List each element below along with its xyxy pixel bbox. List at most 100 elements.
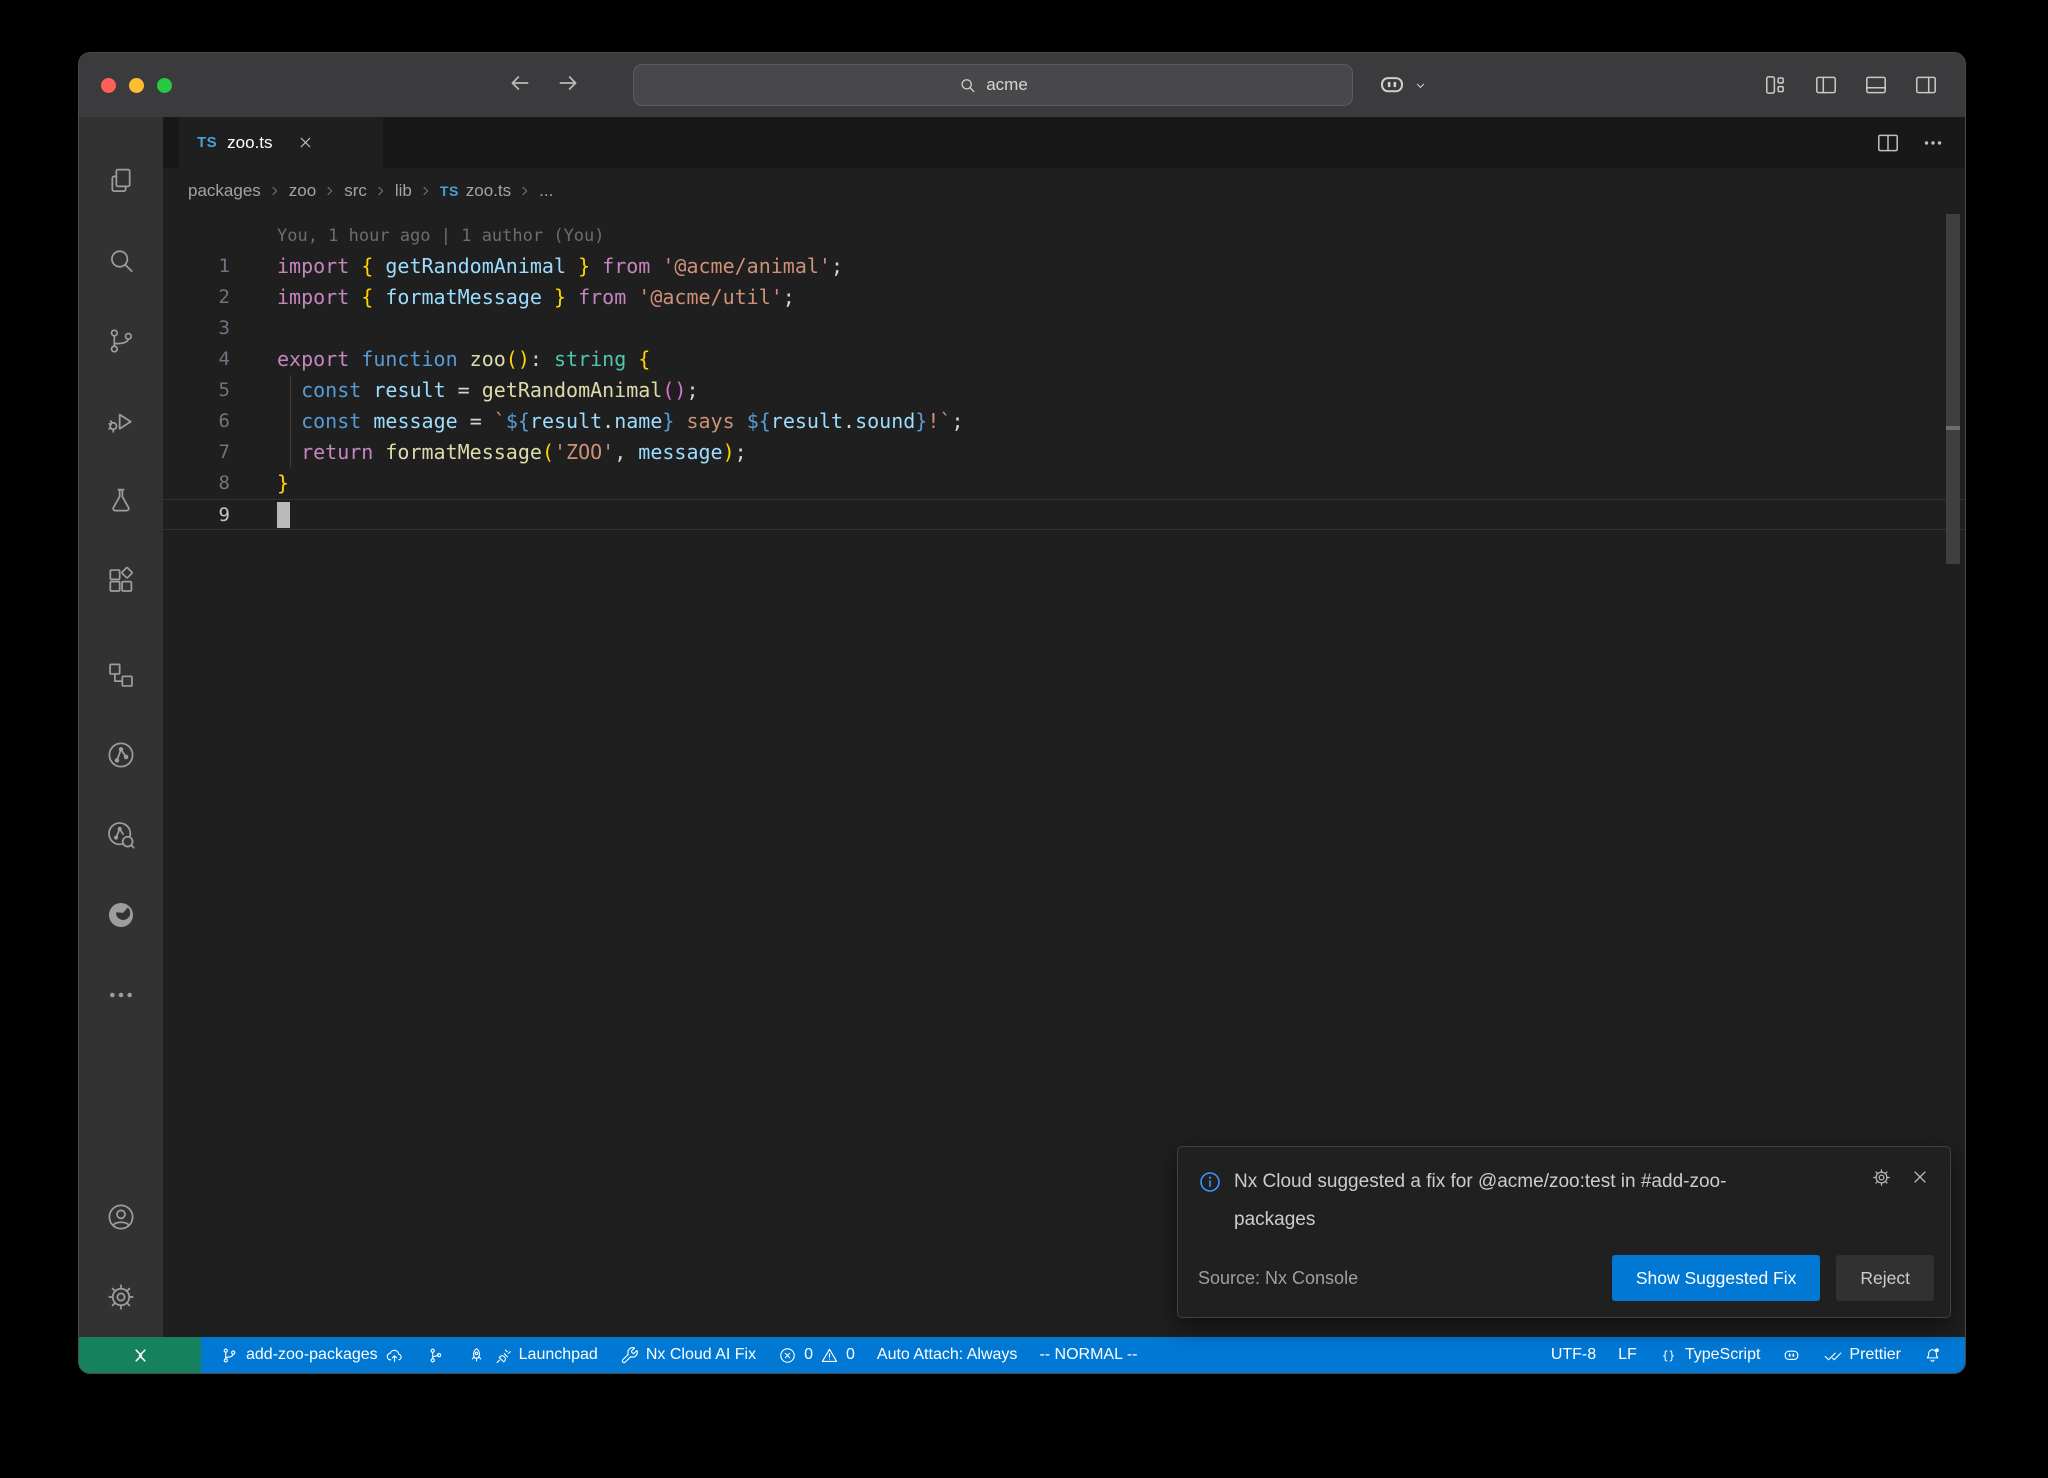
show-suggested-fix-button[interactable]: Show Suggested Fix [1612,1255,1821,1301]
notification-message: Nx Cloud suggested a fix for @acme/zoo:t… [1234,1163,1726,1239]
breadcrumb-ellipsis[interactable]: ... [539,181,553,201]
status-launchpad[interactable]: Launchpad [456,1337,609,1373]
activity-bar [79,117,163,1337]
breadcrumb-file[interactable]: TSzoo.ts [440,181,511,201]
close-tab-button[interactable] [297,134,314,151]
line-number: 5 [163,375,230,406]
vscode-window: acme TS zoo.ts [78,52,1966,1374]
activity-item-more-views[interactable] [79,955,163,1035]
activity-item-source-control[interactable] [79,301,163,381]
chevron-right-icon [322,183,338,199]
tab-zoo-ts[interactable]: TS zoo.ts [179,117,383,168]
layout-controls [1763,72,1939,98]
status-eol[interactable]: LF [1607,1337,1648,1373]
svg-text:{}: {} [1662,1349,1675,1362]
nx-graph-search-icon [105,819,137,851]
code-line-3[interactable]: 3 [163,313,1965,344]
activity-item-accounts[interactable] [79,1177,163,1257]
toggle-panel-button[interactable] [1863,72,1889,98]
activity-item-nx-graph[interactable] [79,715,163,795]
zoom-window-button[interactable] [157,78,172,93]
line-number: 4 [163,344,230,375]
layout-panel-icon [1863,72,1889,98]
command-center-search[interactable]: acme [633,64,1353,106]
activity-item-explorer[interactable] [79,141,163,221]
status-bar-left: add-zoo-packages LaunchpadNx Cloud AI Fix… [209,1337,1149,1373]
nx-graph-icon [105,739,137,771]
code-line-2[interactable]: 2import { formatMessage } from '@acme/ut… [163,282,1965,313]
notification-settings-gear-icon[interactable] [1871,1167,1892,1188]
activity-item-search[interactable] [79,221,163,301]
arrow-right-icon [555,70,581,96]
editor-scrollbar[interactable] [1946,214,1960,564]
breadcrumb-packages[interactable]: packages [188,181,261,201]
code-line-4[interactable]: 4export function zoo(): string { [163,344,1965,375]
activity-item-edge-tools[interactable] [79,875,163,955]
warning-triangle-icon [820,1346,839,1365]
desktop: acme TS zoo.ts [0,0,2048,1478]
split-editor-icon [1875,130,1901,156]
code-line-6[interactable]: 6 const message = `${result.name} says $… [163,406,1965,437]
notification-source: Source: Nx Console [1198,1268,1358,1289]
notification-close-icon[interactable] [1910,1167,1930,1188]
activity-item-nx-graph-search[interactable] [79,795,163,875]
line-number: 3 [163,313,230,344]
status-vim-mode[interactable]: -- NORMAL -- [1028,1337,1148,1373]
code-line-7[interactable]: 7 return formatMessage('ZOO', message); [163,437,1965,468]
breadcrumb-lib[interactable]: lib [395,181,412,201]
status-source-control-graph[interactable] [415,1337,456,1373]
copilot-menu[interactable] [1377,70,1428,100]
more-views-icon [105,979,137,1011]
activity-item-project-hierarchy[interactable] [79,635,163,715]
activity-item-testing[interactable] [79,461,163,541]
chevron-right-icon [418,183,434,199]
status-notifications[interactable] [1912,1337,1953,1373]
copilot-icon [1377,70,1407,100]
chevron-right-icon [267,183,283,199]
cloud-upload-icon [385,1346,404,1365]
toggle-primary-sidebar-button[interactable] [1813,72,1839,98]
breadcrumb-zoo[interactable]: zoo [289,181,316,201]
toggle-secondary-sidebar-button[interactable] [1913,72,1939,98]
text-cursor [277,502,290,528]
history-nav [507,70,581,101]
more-actions-button[interactable] [1921,131,1945,155]
split-editor-button[interactable] [1875,130,1901,156]
info-icon [1198,1170,1222,1239]
chevron-right-icon [517,183,533,199]
notification-toast: Nx Cloud suggested a fix for @acme/zoo:t… [1177,1146,1951,1318]
status-nx-cloud-ai-fix[interactable]: Nx Cloud AI Fix [609,1337,767,1373]
back-button[interactable] [507,70,533,101]
activity-item-extensions[interactable] [79,541,163,621]
chevron-right-icon [267,183,283,199]
remote-indicator[interactable] [79,1337,201,1373]
activity-item-settings[interactable] [79,1257,163,1337]
breadcrumbs: packages zoo src lib TSzoo.ts... [163,168,1965,214]
status-git-branch[interactable]: add-zoo-packages [209,1337,415,1373]
status-problems[interactable]: 00 [767,1337,866,1373]
minimize-window-button[interactable] [129,78,144,93]
close-window-button[interactable] [101,78,116,93]
status-copilot[interactable] [1771,1337,1812,1373]
code-lines: 1import { getRandomAnimal } from '@acme/… [163,251,1965,530]
status-encoding[interactable]: UTF-8 [1540,1337,1607,1373]
code-line-5[interactable]: 5 const result = getRandomAnimal(); [163,375,1965,406]
chevron-right-icon [373,183,389,199]
status-language[interactable]: {}TypeScript [1648,1337,1772,1373]
code-line-9[interactable]: 9 [163,499,1965,530]
status-auto-attach[interactable]: Auto Attach: Always [866,1337,1029,1373]
code-line-8[interactable]: 8} [163,468,1965,499]
activity-item-run-debug[interactable] [79,381,163,461]
line-number: 7 [163,437,230,468]
status-prettier[interactable]: Prettier [1812,1337,1912,1373]
chevron-right-icon [418,183,434,199]
breadcrumb-src[interactable]: src [344,181,367,201]
forward-button[interactable] [555,70,581,101]
code-line-1[interactable]: 1import { getRandomAnimal } from '@acme/… [163,251,1965,282]
customize-layout-button[interactable] [1763,72,1789,98]
typescript-file-icon: TS [197,134,217,151]
line-number: 1 [163,251,230,282]
reject-button[interactable]: Reject [1836,1255,1934,1301]
search-value: acme [986,75,1028,95]
explorer-icon [105,165,137,197]
